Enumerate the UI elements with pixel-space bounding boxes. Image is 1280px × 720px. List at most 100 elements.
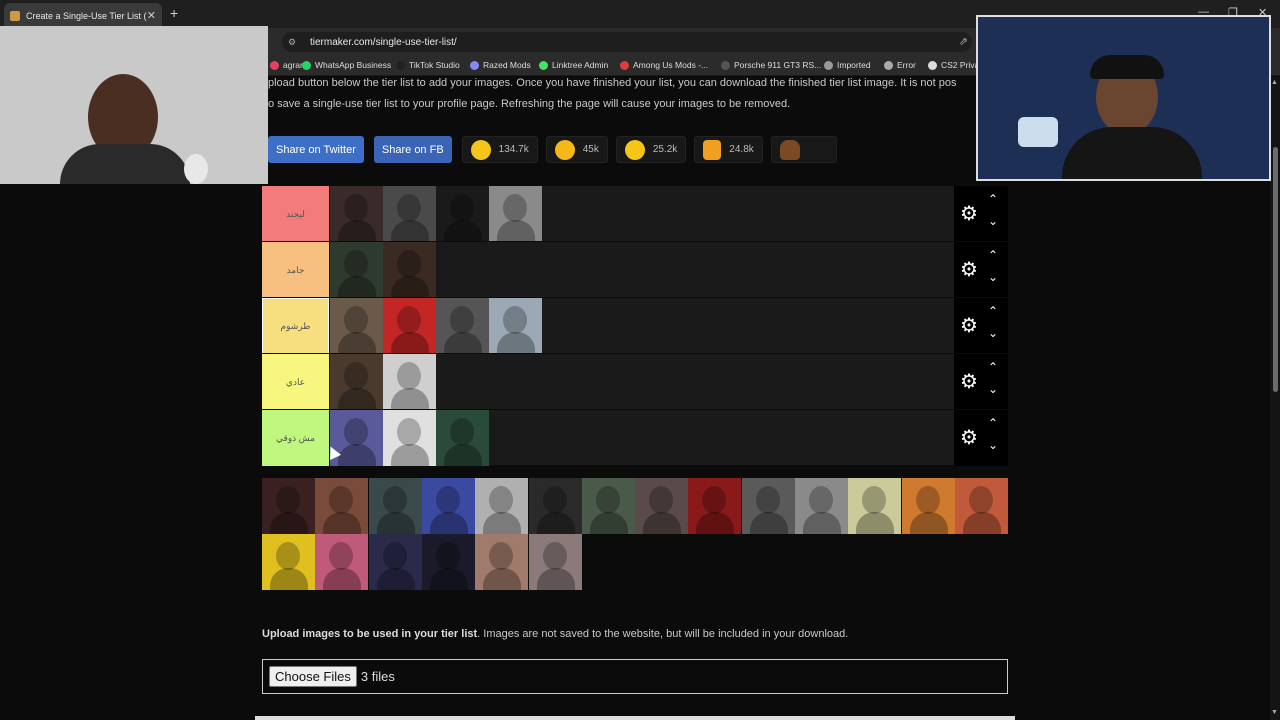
desk-lamp-icon <box>184 154 208 184</box>
tier-label[interactable]: طرشوم <box>262 298 329 354</box>
pool-image[interactable] <box>262 478 315 534</box>
pool-image[interactable] <box>368 478 422 534</box>
bookmark-favicon-icon <box>302 60 311 70</box>
share-facebook-button[interactable]: Share on FB <box>373 136 452 163</box>
chevron-down-icon[interactable]: ⌄ <box>988 214 998 228</box>
tier-image[interactable] <box>383 354 436 410</box>
bookmark-item[interactable]: Among Us Mods -... <box>620 60 708 70</box>
pool-image[interactable] <box>421 478 475 534</box>
pool-image[interactable] <box>262 534 315 590</box>
reaction-button[interactable]: 24.8k <box>694 136 763 163</box>
tier-image[interactable] <box>436 410 489 466</box>
gear-icon[interactable]: ⚙ <box>960 204 978 224</box>
bookmark-item[interactable]: WhatsApp Business <box>302 60 391 70</box>
chevron-up-icon[interactable]: ⌃ <box>988 304 998 318</box>
pool-image[interactable] <box>475 478 529 534</box>
tier-image[interactable] <box>383 410 436 466</box>
bookmark-item[interactable]: Razed Mods <box>470 60 531 70</box>
cap-icon <box>1090 55 1164 79</box>
upload-instructions-bold: Upload images to be used in your tier li… <box>262 628 478 640</box>
page-scrollbar[interactable]: ▲ ▼ <box>1270 77 1280 720</box>
chevron-down-icon[interactable]: ⌄ <box>988 326 998 340</box>
gear-icon[interactable]: ⚙ <box>960 428 978 448</box>
chevron-down-icon[interactable]: ⌄ <box>988 382 998 396</box>
tier-image[interactable] <box>436 298 489 354</box>
tier-label[interactable]: مش ذوقي <box>262 410 329 466</box>
smile-icon <box>470 139 491 160</box>
reaction-button[interactable]: 134.7k <box>461 136 538 163</box>
bookmark-item[interactable]: CS2 Privat <box>928 60 982 70</box>
bookmark-item[interactable]: Linktree Admin <box>539 60 608 70</box>
pool-image[interactable] <box>421 534 475 590</box>
bookmark-item[interactable]: Imported <box>824 60 871 70</box>
tier-label[interactable]: عادي <box>262 354 329 410</box>
chevron-down-icon[interactable]: ⌄ <box>988 438 998 452</box>
choose-files-button[interactable]: Choose Files <box>269 666 357 687</box>
pool-image[interactable] <box>795 478 848 534</box>
pool-image[interactable] <box>741 478 795 534</box>
site-info-icon[interactable]: ⚙ <box>288 37 302 48</box>
chevron-up-icon[interactable]: ⌃ <box>988 360 998 374</box>
gear-icon[interactable]: ⚙ <box>960 372 978 392</box>
bookmark-item[interactable]: Error <box>884 60 916 70</box>
close-tab-icon[interactable]: ✕ <box>147 9 156 22</box>
tab-title: Create a Single-Use Tier List (Pri <box>26 10 147 21</box>
pool-image[interactable] <box>315 478 369 534</box>
scroll-up-icon[interactable]: ▲ <box>1271 79 1278 86</box>
tier-row: مش ذوقي ⚙ ⌃ ⌄ <box>262 409 1008 466</box>
tier-image[interactable] <box>436 186 489 242</box>
pool-image[interactable] <box>954 478 1008 534</box>
reaction-button[interactable] <box>770 136 837 163</box>
chevron-up-icon[interactable]: ⌃ <box>988 416 998 430</box>
address-bar[interactable]: ⚙ tiermaker.com/single-use-tier-list/ ⇗ <box>282 32 972 52</box>
pool-image[interactable] <box>581 478 635 534</box>
chevron-down-icon[interactable]: ⌄ <box>988 270 998 284</box>
bookmark-favicon-icon <box>884 60 893 70</box>
tier-image[interactable] <box>489 298 542 354</box>
chevron-up-icon[interactable]: ⌃ <box>988 248 998 262</box>
tier-row: جامد ⚙ ⌃ ⌄ <box>262 241 1008 298</box>
pool-image[interactable] <box>901 478 955 534</box>
bookmark-label: Porsche 911 GT3 RS... <box>734 60 822 70</box>
tier-image[interactable] <box>330 298 383 354</box>
tier-image[interactable] <box>330 186 383 242</box>
tier-label[interactable]: ليجند <box>262 186 329 242</box>
share-page-icon[interactable]: ⇗ <box>959 35 968 48</box>
tier-row: طرشوم ⚙ ⌃ ⌄ <box>262 297 1008 354</box>
gear-icon[interactable]: ⚙ <box>960 316 978 336</box>
bookmark-favicon-icon <box>470 60 479 70</box>
pool-image[interactable] <box>368 534 422 590</box>
pool-image[interactable] <box>635 478 689 534</box>
pool-image[interactable] <box>528 534 582 590</box>
pool-image[interactable] <box>475 534 529 590</box>
pool-image[interactable] <box>528 478 582 534</box>
tier-image[interactable] <box>489 186 542 242</box>
reaction-button[interactable]: 25.2k <box>615 136 687 163</box>
chevron-up-icon[interactable]: ⌃ <box>988 192 998 206</box>
reaction-button[interactable]: 45k <box>545 136 608 163</box>
tier-image[interactable] <box>330 354 383 410</box>
tier-label[interactable]: جامد <box>262 242 329 298</box>
scrollbar-thumb[interactable] <box>1273 147 1278 392</box>
bookmark-favicon-icon <box>396 60 405 70</box>
tier-image[interactable] <box>383 242 436 298</box>
pool-image[interactable] <box>315 534 369 590</box>
url-text[interactable]: tiermaker.com/single-use-tier-list/ <box>310 37 457 48</box>
tier-items <box>330 242 436 298</box>
tier-image[interactable] <box>330 410 383 466</box>
pool-image[interactable] <box>848 478 902 534</box>
tier-image[interactable] <box>330 242 383 298</box>
file-input[interactable]: Choose Files 3 files <box>262 659 1008 694</box>
new-tab-button[interactable]: + <box>170 5 178 21</box>
pool-image[interactable] <box>688 478 742 534</box>
share-twitter-button[interactable]: Share on Twitter <box>268 136 364 163</box>
bookmark-item[interactable]: Porsche 911 GT3 RS... <box>721 60 821 70</box>
scroll-down-icon[interactable]: ▼ <box>1271 709 1278 716</box>
tier-image[interactable] <box>383 298 436 354</box>
browser-tab[interactable]: Create a Single-Use Tier List (Pri ✕ <box>4 3 162 28</box>
tier-image[interactable] <box>383 186 436 242</box>
upload-instructions-rest: . Images are not saved to the website, b… <box>477 628 849 640</box>
reaction-count: 24.8k <box>729 144 754 155</box>
bookmark-item[interactable]: TikTok Studio <box>396 60 460 70</box>
gear-icon[interactable]: ⚙ <box>960 260 978 280</box>
